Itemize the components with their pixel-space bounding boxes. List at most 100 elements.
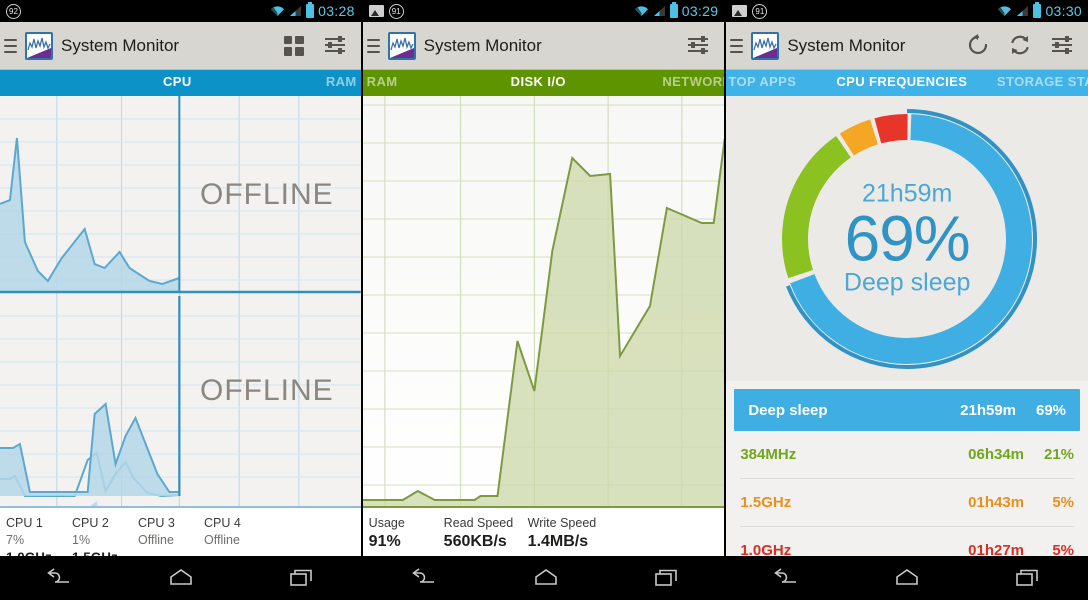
phone-panel-cpu: 92 03:28 System Monitor CPU RAM OFFLINE … <box>0 0 361 556</box>
home-icon[interactable] <box>523 563 569 593</box>
refresh-sync-icon[interactable] <box>1008 33 1034 59</box>
system-monitor-app-icon <box>25 31 53 60</box>
tab-bar-frequencies: TOP APPS CPU FREQUENCIES STORAGE STA <box>726 70 1088 96</box>
cpu-stat-usage: 1% <box>72 533 91 547</box>
sliders-settings-icon[interactable] <box>1050 33 1076 59</box>
freq-label: Deep sleep <box>748 401 828 419</box>
status-bar-1: 92 03:28 <box>0 0 361 22</box>
reset-icon[interactable] <box>966 33 992 59</box>
freq-row-deep-sleep[interactable]: Deep sleep 21h59m 69% <box>734 389 1081 431</box>
freq-row-384mhz[interactable]: 384MHz 06h34m 21% <box>726 431 1088 478</box>
cell-signal-icon <box>653 5 666 17</box>
home-icon[interactable] <box>158 563 204 593</box>
nav-group-1 <box>0 556 362 600</box>
notification-badge-icon: 92 <box>6 3 21 19</box>
status-bar-right-2: 03:29 <box>634 2 719 19</box>
recents-icon[interactable] <box>1005 563 1051 593</box>
freq-label: 384MHz <box>740 446 797 463</box>
app-title: System Monitor <box>61 35 180 55</box>
cpu-stat-col: CPU 4 Offline - <box>204 516 270 556</box>
status-bar-left-2: 91 <box>368 3 634 19</box>
app-title: System Monitor <box>423 35 542 55</box>
home-icon[interactable] <box>884 563 930 593</box>
nav-group-2 <box>364 556 727 600</box>
screenshot-image-icon <box>368 5 384 17</box>
back-icon[interactable] <box>764 563 810 593</box>
status-clock: 03:28 <box>318 3 355 19</box>
action-bar-buttons-3 <box>966 33 1080 59</box>
tab-cpu-frequencies[interactable]: CPU FREQUENCIES <box>836 74 967 89</box>
tab-top-apps[interactable]: TOP APPS <box>728 74 796 89</box>
donut-center-labels: 21h59m 69% Deep sleep <box>843 181 971 297</box>
cpu-stat-name: CPU 1 <box>6 516 43 530</box>
disk-io-chart <box>362 96 725 506</box>
donut-state-label: Deep sleep <box>843 268 971 297</box>
phone-panel-disk-io: 91 03:29 System Monitor RAM DISK I/O NET… <box>362 0 725 556</box>
freq-pct: 5% <box>1052 542 1075 556</box>
freq-pct: 69% <box>1035 401 1067 419</box>
freq-row-1-0ghz[interactable]: 1.0GHz 01h27m 5% <box>726 527 1088 556</box>
disk-stat-value: 1.4MB/s <box>527 533 589 550</box>
sliders-settings-icon[interactable] <box>686 33 712 59</box>
hamburger-menu-icon[interactable] <box>366 38 380 53</box>
disk-stat-name: Write Speed <box>527 516 597 530</box>
tab-storage-stats[interactable]: STORAGE STA <box>997 74 1088 89</box>
tab-disk-io[interactable]: DISK I/O <box>511 74 566 89</box>
freq-time: 01h43m <box>968 494 1025 511</box>
hamburger-menu-icon[interactable] <box>4 38 17 53</box>
cpu-footer-stats: CPU 1 7% 1.0GHz CPU 2 1% 1.5GHz CPU 3 Of… <box>0 506 361 556</box>
disk-io-footer-stats: Usage 91% Read Speed 560KB/s Write Speed… <box>362 506 725 556</box>
status-bar-right-1: 03:28 <box>270 2 355 19</box>
status-bar-left-3: 91 <box>732 3 997 19</box>
status-bar-right-3: 03:30 <box>997 2 1083 19</box>
action-bar-1: System Monitor <box>0 22 361 70</box>
disk-stat-col: Read Speed 560KB/s <box>444 516 528 556</box>
wifi-icon <box>634 5 649 17</box>
tab-ram[interactable]: RAM <box>326 74 357 89</box>
disk-stat-value: 91% <box>368 533 401 550</box>
tab-network[interactable]: NETWORK <box>662 74 724 89</box>
disk-stat-name: Read Speed <box>443 516 514 530</box>
back-icon[interactable] <box>402 563 448 593</box>
disk-stat-col: Write Speed 1.4MB/s <box>528 516 612 556</box>
wifi-icon <box>270 5 285 17</box>
action-bar-3: System Monitor <box>726 22 1088 70</box>
status-bar-left-1: 92 <box>6 3 270 19</box>
sliders-settings-icon[interactable] <box>323 33 349 59</box>
status-bar-3: 91 03:30 <box>726 0 1088 22</box>
system-monitor-app-icon <box>387 31 416 60</box>
android-navigation-bar <box>0 556 1088 600</box>
app-title: System Monitor <box>787 35 906 55</box>
freq-time: 01h27m <box>968 542 1025 556</box>
action-bar-buttons-2 <box>686 33 716 59</box>
tab-ram[interactable]: RAM <box>367 74 398 89</box>
battery-icon <box>1033 2 1042 18</box>
battery-icon <box>669 2 678 18</box>
cell-signal-icon <box>289 5 302 17</box>
phone-panel-cpu-frequencies: 91 03:30 System Monitor TOP APPS CPU FRE… <box>726 0 1088 556</box>
tab-cpu[interactable]: CPU <box>163 74 192 89</box>
cell-signal-icon <box>1016 5 1029 17</box>
recents-icon[interactable] <box>279 563 325 593</box>
grid-view-icon[interactable] <box>281 33 307 59</box>
tab-bar-cpu: CPU RAM <box>0 70 361 96</box>
freq-label: 1.0GHz <box>740 542 792 556</box>
cpu4-offline-label: OFFLINE <box>200 374 334 407</box>
cpu-stat-name: CPU 2 <box>72 516 109 530</box>
hamburger-menu-icon[interactable] <box>730 38 744 53</box>
download-badge-icon: 91 <box>388 3 404 19</box>
tab-bar-disk: RAM DISK I/O NETWORK <box>362 70 725 96</box>
donut-percent-label: 69% <box>844 202 971 275</box>
freq-time: 06h34m <box>968 446 1025 463</box>
freq-row-1-5ghz[interactable]: 1.5GHz 01h43m 5% <box>726 479 1088 526</box>
freq-pct: 21% <box>1043 446 1075 463</box>
status-clock: 03:30 <box>1045 3 1083 19</box>
back-icon[interactable] <box>37 563 83 593</box>
download-badge-icon: 91 <box>752 3 768 19</box>
recents-icon[interactable] <box>644 563 690 593</box>
cpu-stat-name: CPU 4 <box>204 516 241 530</box>
disk-stat-col: Usage 91% <box>369 516 444 556</box>
screenshot-image-icon <box>732 5 748 17</box>
disk-stat-name: Usage <box>368 516 405 530</box>
disk-stat-value: 560KB/s <box>443 533 507 550</box>
